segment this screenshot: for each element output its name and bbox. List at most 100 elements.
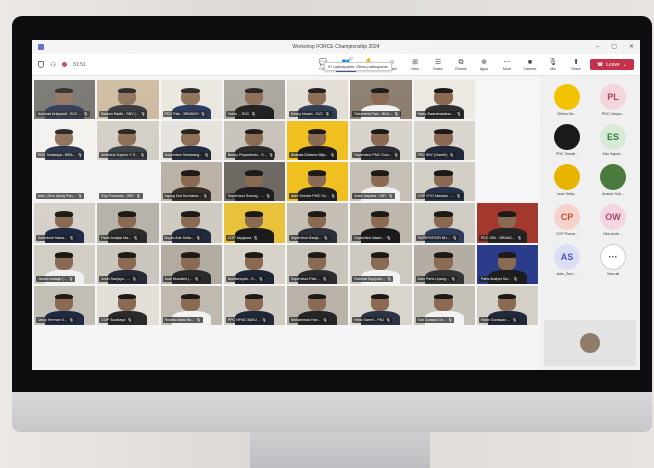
participants-icon[interactable]: ⚇: [50, 61, 56, 69]
roster-item[interactable]: PL PDC Likupa...: [590, 84, 636, 116]
participant-tile[interactable]: Parts Analyst Sor... 🎙: [476, 244, 538, 284]
roster-item[interactable]: Ananto Sub...: [590, 164, 636, 196]
roster-item[interactable]: ES Edo Saputr...: [590, 124, 636, 156]
participant-tile[interactable]: [476, 121, 538, 161]
participant-tile[interactable]: Ananda Dharma Wija... 🎙: [287, 121, 349, 161]
participant-name: PDC OBJ - BRANC...: [480, 235, 516, 240]
participant-name: Victor Gunawan ...: [480, 317, 511, 322]
self-view[interactable]: [544, 320, 636, 366]
participant-tile[interactable]: Jamal mutaqin (... 🎙: [34, 244, 96, 284]
participant-tile[interactable]: Supervisor Palu ... 🎙: [287, 244, 349, 284]
mic-muted-icon: 🎙: [77, 194, 83, 199]
participant-tile[interactable]: PDC Surabaya - BRA... 🎙: [34, 121, 96, 161]
participant-tile[interactable]: Devvy Novari - SVC 🎙: [287, 80, 349, 120]
participant-tile[interactable]: COP GTO Manado - ... 🎙: [413, 162, 475, 202]
participant-tile[interactable]: Supervisor PMC Sum... 🎙: [350, 121, 412, 161]
rooms-button[interactable]: ⧉ Rooms: [451, 58, 471, 71]
participant-tile[interactable]: Aries Saputra - SBY 🎙: [350, 162, 412, 202]
participant-tile[interactable]: PDC Palu - BRANCH 🎙: [160, 80, 222, 120]
share-button[interactable]: ⬆ Share: [566, 58, 586, 71]
logo-icon: [554, 124, 580, 150]
roster-item[interactable]: CP COP Pomal...: [544, 204, 590, 236]
participant-name: Devvy Novari - SVC: [291, 112, 323, 117]
participant-tile[interactable]: Yuhin ... SVC 🎙: [223, 80, 285, 120]
roster-item[interactable]: Iwan Setia...: [544, 164, 590, 196]
avatar: ···: [600, 244, 626, 270]
participant-name: Benny Priyambodo - S...: [227, 153, 267, 158]
close-button[interactable]: ✕: [629, 40, 634, 54]
participant-tile[interactable]: Victor Gunawan ... 🎙: [476, 285, 538, 325]
notes-button[interactable]: ☰ Notes: [428, 58, 448, 71]
participant-tile[interactable]: Parts Analyst Ma... 🎙: [97, 203, 159, 243]
apps-button[interactable]: ⊕ Apps: [474, 58, 494, 71]
participant-name: Aries Saputra - SBY: [354, 194, 387, 199]
maximize-button[interactable]: ▢: [611, 40, 617, 54]
participant-tile[interactable]: Sub Contact Ce... 🎙: [413, 285, 475, 325]
participant-tile[interactable]: Agung Dwi Kurniawa... 🎙: [160, 162, 222, 202]
participant-tile[interactable]: [476, 162, 538, 202]
participant-tile[interactable]: Rivaldo Aktar Ra... 🎙: [160, 285, 222, 325]
participant-tile[interactable]: PDC OBJ - BRANC... 🎙: [476, 203, 538, 243]
participant-tile[interactable]: Adm_Serv Ujung Pan... 🎙: [34, 162, 96, 202]
roster-grid: Bhimo Ge... PL PDC Likupa... PDC Temati... E…: [544, 84, 636, 276]
participant-name: Antonius Suyono Y S...: [101, 153, 139, 158]
avatar: CP: [554, 204, 580, 230]
participant-tile[interactable]: Andri Sanjaya - ... 🎙: [97, 244, 159, 284]
participant-name: PPC NFMC BANJ...: [227, 317, 260, 322]
participant-tile[interactable]: Badrun Radhi - SBY (... 🎙: [97, 80, 159, 120]
participant-tile[interactable]: Achmad Arsiyandi - SVC ... 🎙: [34, 80, 96, 120]
participant-name-tag: Boyko Ade Setia... 🎙: [162, 234, 203, 241]
participant-tile[interactable]: Andi Muzakkir (... 🎙: [160, 244, 222, 284]
participant-tile[interactable]: COP Jayapura 🎙: [223, 203, 285, 243]
roster-item[interactable]: OW Oke Andri ...: [590, 204, 636, 236]
mic-muted-icon: 🎙: [449, 153, 454, 158]
toolbar-button-label: Notes: [433, 67, 443, 71]
participant-tile[interactable]: PPC NFMC BANJ... 🎙: [223, 285, 285, 325]
participant-tile[interactable]: Adm Service PMC Su... 🎙: [287, 162, 349, 202]
participant-tile[interactable]: Harry Swaramadana ... 🎙: [413, 80, 475, 120]
participant-tile[interactable]: Rahmat Supiyant... 🎙: [350, 244, 412, 284]
participant-hair: [497, 293, 516, 299]
mic-button[interactable]: 🎙 Mic: [543, 58, 563, 71]
view-all-button[interactable]: ··· View all: [590, 244, 636, 276]
participant-tile[interactable]: Dicky Herman S... 🎙: [34, 285, 96, 325]
participant-tile[interactable]: PSC SBY (Gareth) 🎙: [413, 121, 475, 161]
participant-tile[interactable]: [476, 80, 538, 120]
photo-icon: [554, 164, 580, 190]
participant-name-tag: Jamal mutaqin (... 🎙: [36, 275, 76, 282]
participant-hair: [371, 293, 390, 299]
toolbar-button-label: Apps: [479, 67, 489, 71]
roster-item[interactable]: PDC Temati...: [544, 124, 590, 156]
participant-tile[interactable]: SUPERVISOR BLI... 🎙: [413, 203, 475, 243]
participant-name-tag: Victor Gunawan ... 🎙: [478, 316, 519, 323]
participant-tile[interactable]: Adm Parts Upang... 🎙: [413, 244, 475, 284]
recording-dot-icon: [62, 62, 68, 67]
participant-tile[interactable]: COP Surabaya 🎙: [97, 285, 159, 325]
participant-hair: [244, 87, 263, 94]
camera-button[interactable]: ■ Camera: [520, 58, 540, 71]
participant-tile[interactable]: Sekretaris Palu - BKA... 🎙: [350, 80, 412, 120]
participant-tile[interactable]: Benny Priyambodo - S... 🎙: [223, 121, 285, 161]
participant-tile[interactable]: Supervisor Banja... 🎙: [287, 203, 349, 243]
participant-tile[interactable]: Mohammad Han... 🎙: [287, 285, 349, 325]
more-button[interactable]: ⋯ More: [497, 58, 517, 71]
participant-tile[interactable]: Nurdiansyah - S... 🎙: [223, 244, 285, 284]
participant-tile[interactable]: Henk Saerni - PBJ 🎙: [350, 285, 412, 325]
participant-tile[interactable]: Scheduler Mana... 🎙: [34, 203, 96, 243]
view-button[interactable]: ⊞ View: [405, 58, 425, 71]
participant-tile[interactable]: Edy Purwanto - SBY 🎙: [97, 162, 159, 202]
participant-tile[interactable]: Antonius Suyono Y S... 🎙: [97, 121, 159, 161]
roster-item[interactable]: Bhimo Ge...: [544, 84, 590, 116]
chevron-down-icon[interactable]: ⌄: [623, 62, 627, 68]
participant-hair: [118, 252, 137, 258]
leave-button[interactable]: ☎ Leave ⌄: [590, 59, 634, 70]
participant-tile[interactable]: Supervisor Semarang... 🎙: [160, 121, 222, 161]
participant-tile[interactable]: Supervisor Sorong - ... 🎙: [223, 162, 285, 202]
mic-muted-icon: 🎙: [323, 235, 328, 240]
participant-tile[interactable]: Boyko Ade Setia... 🎙: [160, 203, 222, 243]
roster-item[interactable]: AS Adm_Serv ...: [544, 244, 590, 276]
participant-name: Adm Service PMC Su...: [291, 194, 329, 199]
minimize-button[interactable]: –: [596, 40, 599, 54]
participant-name: Achmad Arsiyandi - SVC ...: [38, 112, 82, 117]
participant-tile[interactable]: Supervisor Asam... 🎙: [350, 203, 412, 243]
